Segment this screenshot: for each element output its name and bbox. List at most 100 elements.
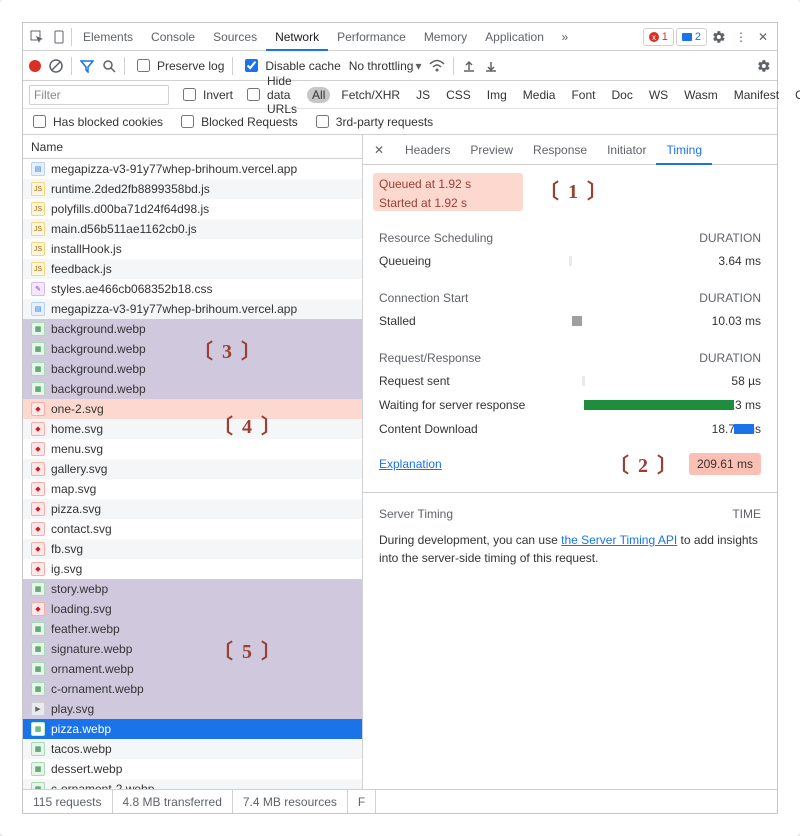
main-tab-console[interactable]: Console [142,23,204,51]
detail-tab-headers[interactable]: Headers [395,135,460,165]
request-row[interactable]: ◆loading.svg [23,599,362,619]
svg-text:x: x [652,33,656,42]
main-tab-application[interactable]: Application [476,23,553,51]
inspect-icon[interactable] [27,27,47,47]
main-tab-performance[interactable]: Performance [328,23,415,51]
request-name: fb.svg [51,542,83,556]
detail-tab-response[interactable]: Response [523,135,597,165]
request-row[interactable]: ▦ signature.webp [23,639,362,659]
request-row[interactable]: ▦feather.webp [23,619,362,639]
errors-badge[interactable]: x 1 [643,28,674,46]
request-row[interactable]: ◆home.svg [23,419,362,439]
detail-tab-preview[interactable]: Preview [460,135,523,165]
svg-file-icon: ◆ [31,602,45,616]
type-chip-fetch-xhr[interactable]: Fetch/XHR [336,87,405,103]
settings-gear-icon[interactable] [757,59,771,73]
img-file-icon: ▦ [31,762,45,776]
detail-tab-timing[interactable]: Timing [656,135,712,165]
type-chip-manifest[interactable]: Manifest [729,87,784,103]
request-row[interactable]: ◆menu.svg [23,439,362,459]
type-chip-wasm[interactable]: Wasm [679,87,723,103]
request-row[interactable]: ◆map.svg [23,479,362,499]
type-chip-css[interactable]: CSS [441,87,476,103]
request-row[interactable]: ▦story.webp [23,579,362,599]
request-row[interactable]: JSruntime.2ded2fb8899358bd.js [23,179,362,199]
third-party-checkbox[interactable]: 3rd-party requests [312,112,433,131]
request-row[interactable]: ▶play.svg [23,699,362,719]
clear-icon[interactable] [49,59,63,73]
request-row[interactable]: ▦tacos.webp [23,739,362,759]
main-tab-elements[interactable]: Elements [74,23,142,51]
main-tab-network[interactable]: Network [266,23,328,51]
request-row[interactable]: ▦ornament.webp [23,659,362,679]
type-chip-img[interactable]: Img [482,87,512,103]
request-name: pizza.webp [51,722,111,736]
status-requests: 115 requests [23,790,113,813]
annotation-2: 〔 2 〕 [609,449,679,478]
timing-value: 58 µs [681,374,761,388]
type-chip-media[interactable]: Media [518,87,561,103]
request-row[interactable]: JSfeedback.js [23,259,362,279]
request-row[interactable]: JSinstallHook.js [23,239,362,259]
request-row[interactable]: ▤megapizza-v3-91y77whep-brihoum.vercel.a… [23,159,362,179]
request-row[interactable]: ▤megapizza-v3-91y77whep-brihoum.vercel.a… [23,299,362,319]
preserve-log-checkbox[interactable]: Preserve log [133,56,224,75]
request-row[interactable]: ▦c-ornament.webp [23,679,362,699]
filter-input[interactable]: Filter [29,85,169,105]
server-timing-api-link[interactable]: the Server Timing API [561,533,677,547]
request-row[interactable]: ▦pizza.webp [23,719,362,739]
record-icon[interactable] [29,60,41,72]
js-file-icon: JS [31,242,45,256]
img-file-icon: ▦ [31,642,45,656]
close-detail-icon[interactable]: ✕ [367,143,391,157]
request-row[interactable]: ◆fb.svg [23,539,362,559]
detail-tabs: ✕ HeadersPreviewResponseInitiatorTiming [363,135,777,165]
request-row[interactable]: ▦dessert.webp [23,759,362,779]
name-column-header[interactable]: Name [23,135,362,159]
type-chip-other[interactable]: Other [790,87,800,103]
request-row[interactable]: ◆pizza.svg [23,499,362,519]
svg-file-icon: ◆ [31,462,45,476]
type-chip-font[interactable]: Font [566,87,600,103]
request-row[interactable]: JSmain.d56b511ae1162cb0.js [23,219,362,239]
invert-checkbox[interactable]: Invert [179,85,233,104]
explanation-link[interactable]: Explanation [379,457,442,471]
blocked-cookies-checkbox[interactable]: Has blocked cookies [29,112,163,131]
wifi-icon[interactable] [429,59,445,73]
request-row[interactable]: ◆ig.svg [23,559,362,579]
more-tabs-icon[interactable]: » [555,27,575,47]
main-tab-memory[interactable]: Memory [415,23,476,51]
detail-tab-initiator[interactable]: Initiator [597,135,656,165]
doc-file-icon: ▤ [31,302,45,316]
request-name: home.svg [51,422,103,436]
issues-badge[interactable]: 2 [676,28,707,46]
request-row[interactable]: JSpolyfills.d00ba71d24f64d98.js [23,199,362,219]
download-icon[interactable] [484,59,498,73]
close-icon[interactable]: ✕ [753,27,773,47]
request-name: map.svg [51,482,96,496]
settings-icon[interactable] [709,27,729,47]
request-row[interactable]: ▦c-ornament-2.webp [23,779,362,789]
request-row[interactable]: ✎styles.ae466cb068352b18.css [23,279,362,299]
timing-value: 10.03 ms [681,314,761,328]
upload-icon[interactable] [462,59,476,73]
throttling-select[interactable]: No throttling ▾ [349,59,422,73]
disable-cache-checkbox[interactable]: Disable cache [241,56,340,75]
type-chip-js[interactable]: JS [411,87,435,103]
server-timing-header: Server Timing [379,507,453,521]
type-chip-doc[interactable]: Doc [606,87,637,103]
request-row[interactable]: ▦background.webp [23,379,362,399]
request-row[interactable]: ◆one-2.svg [23,399,362,419]
request-name: signature.webp [51,642,132,656]
kebab-icon[interactable]: ⋮ [731,27,751,47]
main-tab-sources[interactable]: Sources [204,23,266,51]
request-row[interactable]: ◆gallery.svg [23,459,362,479]
type-chip-all[interactable]: All [307,87,330,103]
request-row[interactable]: ◆contact.svg [23,519,362,539]
blocked-requests-checkbox[interactable]: Blocked Requests [177,112,298,131]
filter-icon[interactable] [80,59,94,73]
img-file-icon: ▦ [31,782,45,789]
search-icon[interactable] [102,59,116,73]
type-chip-ws[interactable]: WS [644,87,673,103]
device-icon[interactable] [49,27,69,47]
